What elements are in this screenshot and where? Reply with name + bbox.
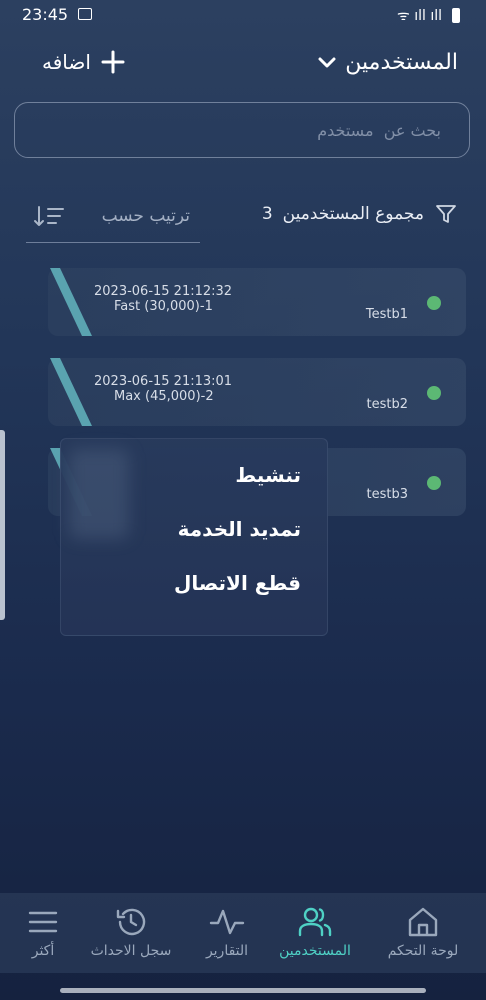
total-label: مجموع المستخدمين (282, 204, 424, 224)
users-icon (298, 907, 332, 937)
status-time: 23:45 (22, 5, 69, 24)
context-menu: تنشيط تمديد الخدمة قطع الاتصال (60, 438, 328, 636)
menu-item-disconnect[interactable]: قطع الاتصال (174, 571, 301, 595)
sort-button[interactable]: ترتيب حسب (26, 200, 200, 243)
card-stripe (50, 358, 92, 426)
search-input[interactable] (15, 103, 469, 157)
sort-label: ترتيب حسب (101, 206, 190, 226)
history-icon (116, 908, 146, 936)
user-name: testb2 (366, 397, 409, 412)
online-status-dot (427, 296, 441, 310)
filter-icon (436, 205, 456, 223)
nav-label: لوحة التحكم (387, 943, 459, 959)
nav-item-event-log[interactable]: سجل الاحداث (88, 893, 174, 973)
battery-icon (452, 8, 460, 23)
signal-icon: ᯤ ıll ıll (396, 8, 442, 24)
chevron-down-icon (318, 57, 336, 67)
menu-item-extend-service[interactable]: تمديد الخدمة (178, 517, 301, 541)
sort-icon (34, 206, 64, 226)
user-list-item[interactable]: 2023-06-15 21:12:32 Fast (30,000)-1 Test… (48, 268, 466, 336)
online-status-dot (427, 386, 441, 400)
gallery-icon (78, 8, 92, 20)
online-status-dot (427, 476, 441, 490)
nav-item-users[interactable]: المستخدمين (272, 893, 358, 973)
filter-button[interactable]: 3 مجموع المستخدمين (262, 202, 458, 226)
menu-icon (28, 911, 58, 933)
plus-icon (101, 50, 125, 74)
add-label: اضافه (42, 50, 91, 74)
home-icon (408, 907, 438, 937)
bottom-nav: لوحة التحكم المستخدمين التقارير سجل الاح… (0, 893, 486, 973)
nav-label: التقارير (205, 943, 249, 959)
nav-item-more[interactable]: أكثر (0, 893, 86, 973)
users-dropdown[interactable]: المستخدمين (317, 50, 458, 75)
add-user-button[interactable]: اضافه (42, 50, 125, 74)
blurred-content (69, 449, 129, 539)
nav-item-dashboard[interactable]: لوحة التحكم (380, 893, 466, 973)
status-bar: 23:45 ᯤ ıll ıll (0, 0, 486, 30)
page-title: المستخدمين (345, 50, 458, 75)
home-indicator[interactable] (60, 988, 426, 993)
menu-item-activate[interactable]: تنشيط (235, 463, 301, 487)
edge-panel-handle[interactable] (0, 430, 5, 620)
user-plan: Fast (30,000)-1 (114, 299, 213, 314)
nav-item-reports[interactable]: التقارير (184, 893, 270, 973)
card-stripe (50, 268, 92, 336)
user-name: testb3 (366, 487, 409, 502)
activity-icon (209, 909, 245, 935)
user-name: Testb1 (365, 307, 408, 322)
user-list-item[interactable]: 2023-06-15 21:13:01 Max (45,000)-2 testb… (48, 358, 466, 426)
total-count: 3 (261, 204, 273, 224)
search-box (14, 102, 470, 158)
user-timestamp: 2023-06-15 21:12:32 (94, 284, 233, 299)
user-timestamp: 2023-06-15 21:13:01 (94, 374, 233, 389)
nav-label: أكثر (31, 943, 55, 959)
user-plan: Max (45,000)-2 (114, 389, 214, 404)
